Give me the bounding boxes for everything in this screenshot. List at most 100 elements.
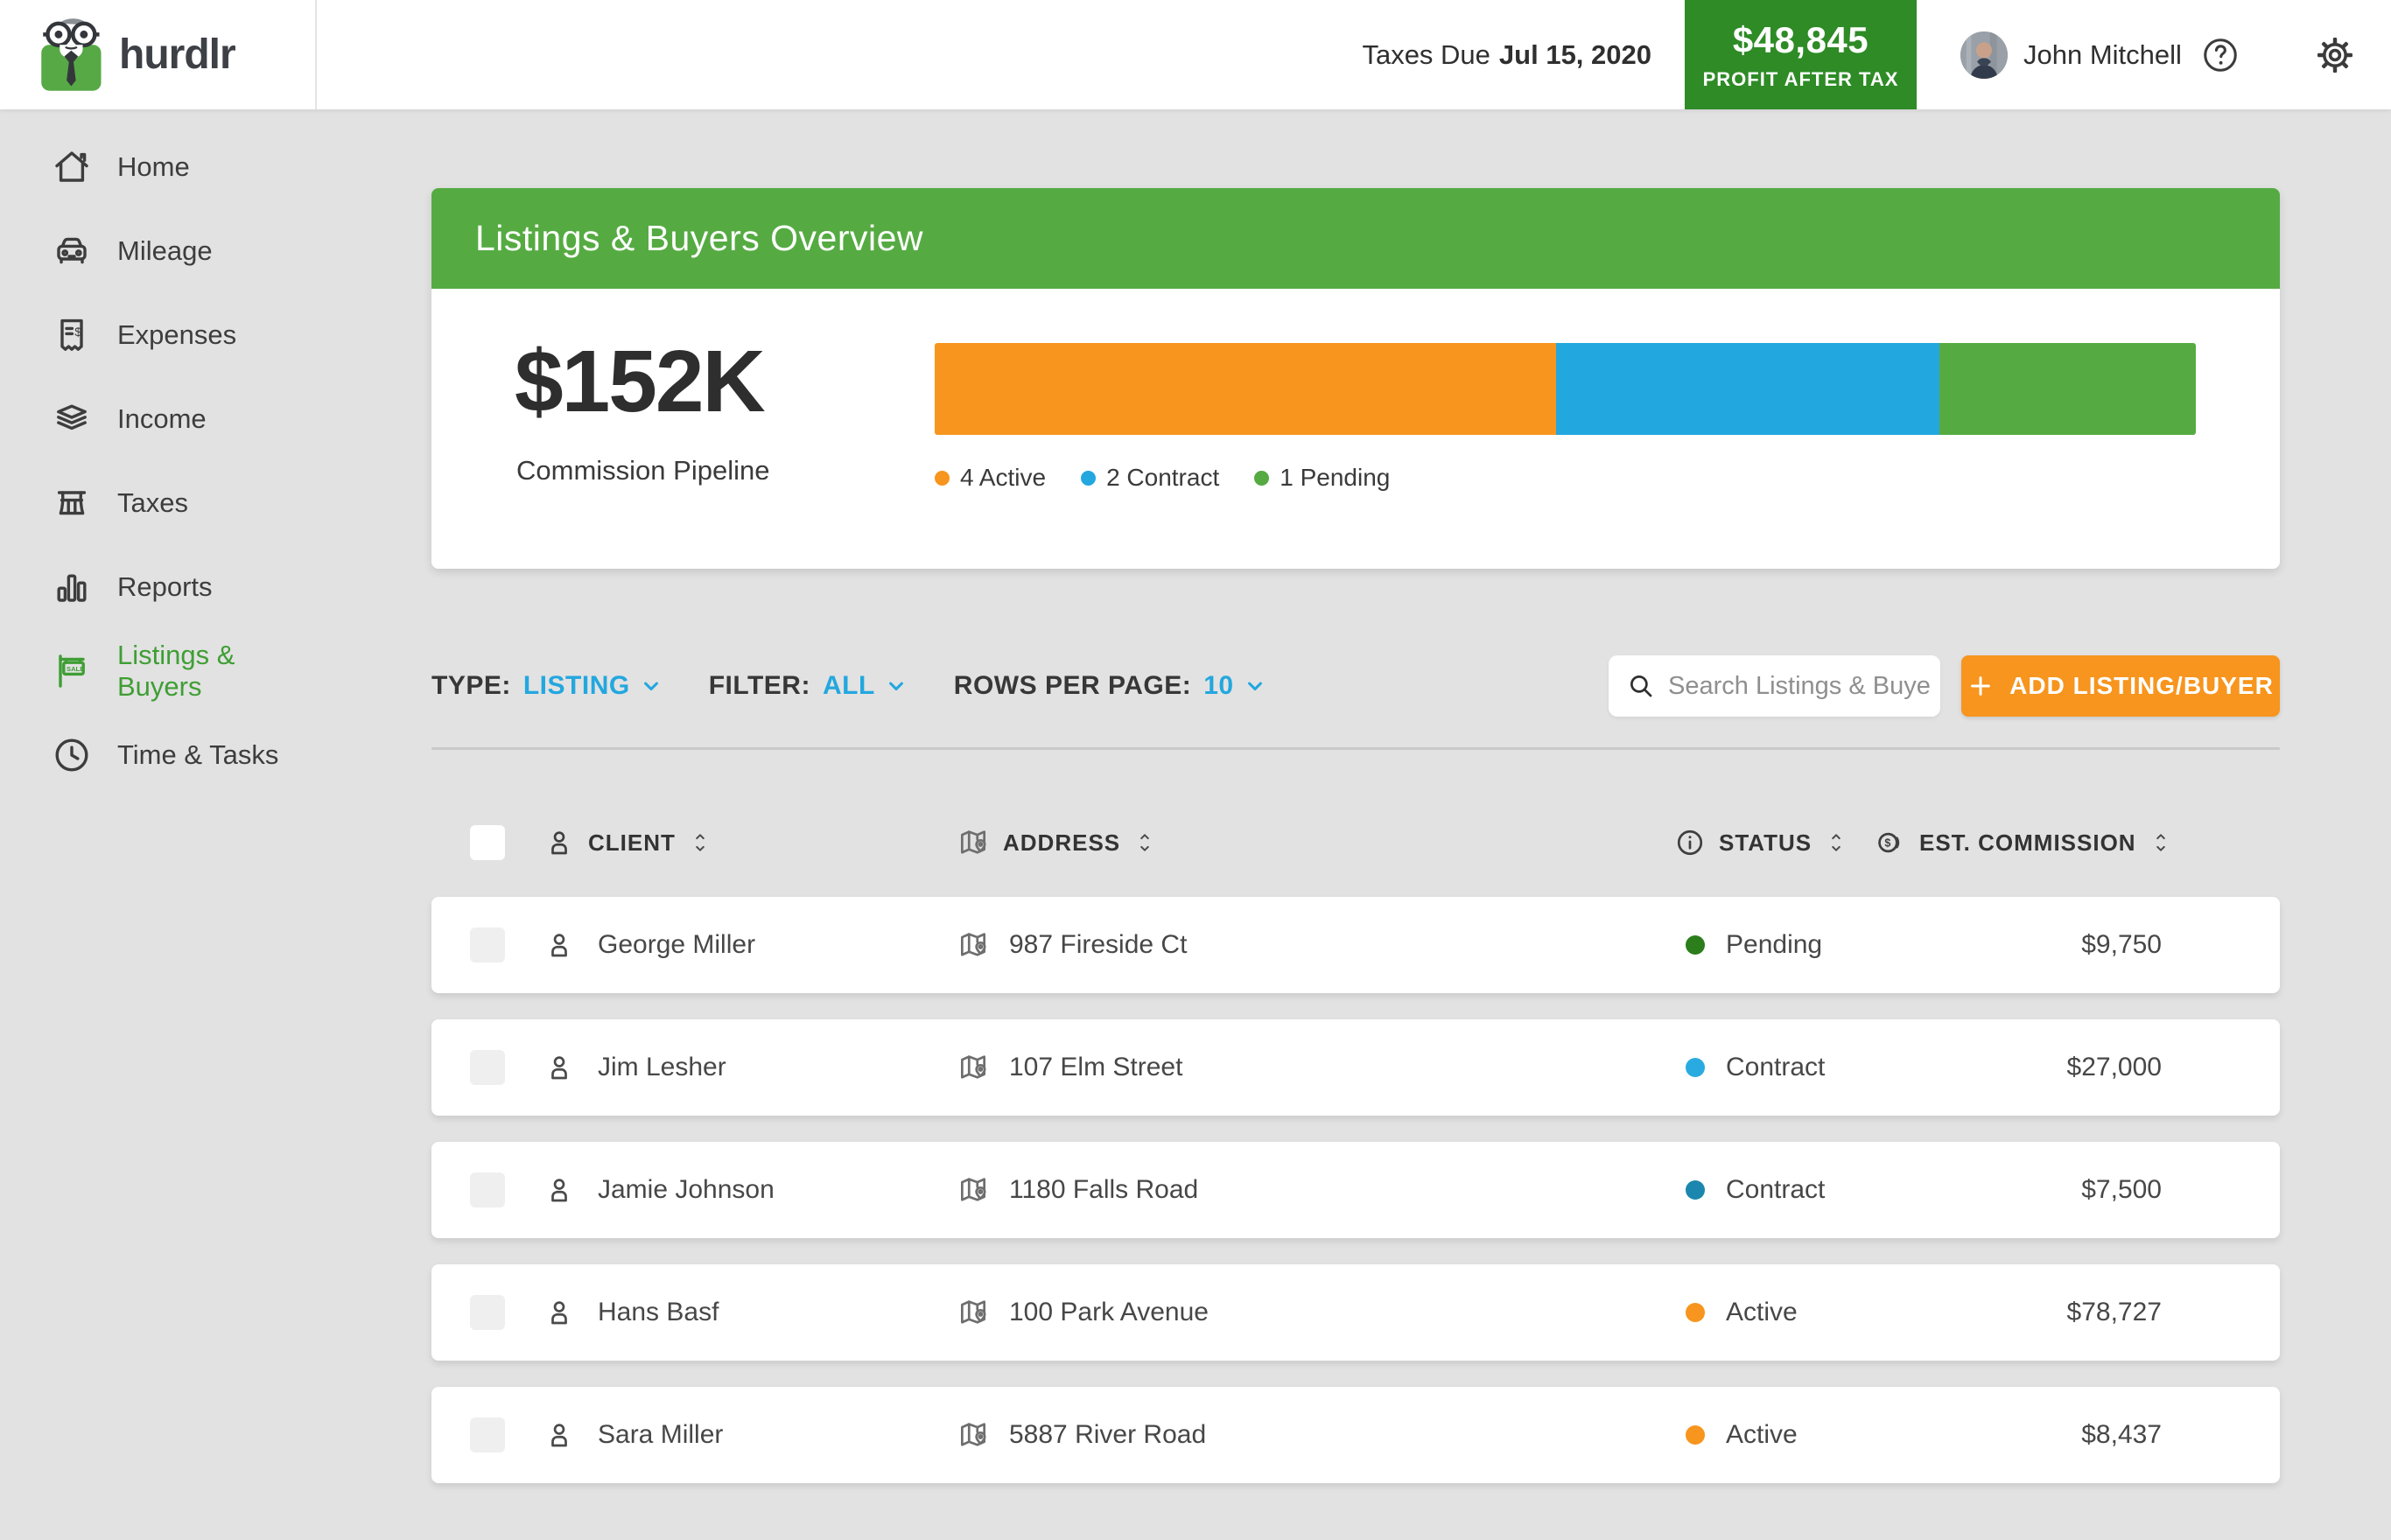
sidebar-item-expenses[interactable]: $ Expenses	[0, 293, 317, 377]
legend-label: 2 Contract	[1106, 464, 1219, 492]
hurdlr-logo-icon	[37, 15, 110, 95]
legend-item-pending: 1 Pending	[1254, 464, 1390, 492]
column-header-label: EST. COMMISSION	[1919, 830, 2136, 857]
settings-button[interactable]	[2314, 0, 2356, 109]
add-listing-buyer-label: ADD LISTING/BUYER	[2009, 672, 2274, 700]
status-dot	[1686, 1303, 1705, 1322]
table-row[interactable]: Sara Miller 5887 River Road Active $8,43…	[431, 1387, 2280, 1483]
sidebar-item-label: Expenses	[117, 319, 236, 351]
plus-icon	[1967, 673, 1994, 699]
column-header-client[interactable]: CLIENT	[543, 799, 712, 886]
avatar[interactable]	[1960, 32, 2008, 79]
map-pin-icon	[957, 1418, 990, 1452]
legend-item-active: 4 Active	[935, 464, 1046, 492]
taxes-due: Taxes Due Jul 15, 2020	[1362, 0, 1651, 109]
sidebar-item-label: Time & Tasks	[117, 739, 278, 771]
car-icon	[51, 230, 93, 272]
sidebar-item-home[interactable]: Home	[0, 125, 317, 209]
overview-title: Listings & Buyers Overview	[475, 218, 923, 259]
est-commission: $9,750	[2081, 897, 2162, 993]
client-name: Jamie Johnson	[598, 1175, 775, 1205]
legend-label: 1 Pending	[1280, 464, 1390, 492]
table-row[interactable]: Jim Lesher 107 Elm Street Contract $27,0…	[431, 1019, 2280, 1116]
table-row[interactable]: George Miller 987 Fireside Ct Pending $9…	[431, 897, 2280, 993]
row-checkbox[interactable]	[470, 1050, 505, 1085]
sidebar-item-time-tasks[interactable]: Time & Tasks	[0, 713, 317, 797]
chevron-down-icon	[639, 674, 663, 698]
person-icon	[543, 1174, 575, 1206]
est-commission: $8,437	[2081, 1387, 2162, 1483]
overview-card-body: $152K Commission Pipeline 4 Active 2 Con…	[431, 289, 2280, 569]
filter-filter[interactable]: FILTER: ALL	[709, 671, 908, 701]
type-filter-value: LISTING	[523, 671, 630, 701]
overview-card: Listings & Buyers Overview $152K Commiss…	[431, 188, 2280, 569]
top-hat-icon	[51, 482, 93, 524]
pipeline-total: $152K	[515, 338, 764, 425]
sidebar-item-taxes[interactable]: Taxes	[0, 461, 317, 545]
filter-row: TYPE: LISTING FILTER: ALL ROWS PER PAGE:…	[431, 655, 2280, 717]
row-checkbox[interactable]	[470, 1172, 505, 1208]
table-header: CLIENT ADDRESS	[431, 799, 2280, 886]
type-filter[interactable]: TYPE: LISTING	[431, 671, 663, 701]
svg-text:$: $	[1884, 837, 1890, 850]
row-checkbox[interactable]	[470, 1418, 505, 1452]
sidebar-item-label: Reports	[117, 571, 213, 603]
pipeline-label: Commission Pipeline	[516, 455, 769, 486]
filter-filter-value: ALL	[823, 671, 875, 701]
map-pin-icon	[957, 928, 990, 962]
legend-dot-contract	[1081, 471, 1096, 486]
gear-icon	[2314, 34, 2356, 76]
column-header-label: STATUS	[1719, 830, 1812, 857]
column-header-address[interactable]: ADDRESS	[957, 799, 1156, 886]
sort-icon	[2149, 829, 2172, 857]
bar-segment-active[interactable]	[935, 343, 1556, 435]
address: 107 Elm Street	[1009, 1053, 1182, 1082]
search-input[interactable]	[1668, 672, 1931, 701]
bar-segment-contract[interactable]	[1556, 343, 1939, 435]
profit-after-tax-widget[interactable]: $48,845 PROFIT AFTER TAX	[1685, 0, 1917, 109]
sidebar-item-label: Listings & Buyers	[117, 640, 317, 703]
client-name: Jim Lesher	[598, 1053, 726, 1082]
status-label: Contract	[1726, 1053, 1825, 1082]
row-checkbox[interactable]	[470, 1295, 505, 1330]
legend-dot-pending	[1254, 471, 1269, 486]
commission-pipeline-bar	[935, 343, 2196, 435]
sidebar-item-label: Mileage	[117, 235, 213, 267]
divider	[431, 747, 2280, 750]
column-header-label: CLIENT	[588, 830, 676, 857]
est-commission: $27,000	[2067, 1019, 2162, 1116]
receipt-icon: $	[51, 314, 93, 356]
info-icon	[1674, 827, 1706, 858]
user-name[interactable]: John Mitchell	[2023, 0, 2182, 109]
est-commission: $78,727	[2067, 1264, 2162, 1361]
rows-per-page-filter[interactable]: ROWS PER PAGE: 10	[954, 671, 1267, 701]
sidebar-item-listings-buyers[interactable]: SALE Listings & Buyers	[0, 629, 317, 713]
table-row[interactable]: Jamie Johnson 1180 Falls Road Contract $…	[431, 1142, 2280, 1238]
logo[interactable]: hurdlr	[0, 0, 317, 109]
search-icon	[1626, 671, 1656, 701]
listings-table: George Miller 987 Fireside Ct Pending $9…	[431, 897, 2280, 1483]
svg-text:SALE: SALE	[67, 665, 84, 673]
sidebar-item-reports[interactable]: Reports	[0, 545, 317, 629]
chevron-down-icon	[1243, 674, 1267, 698]
overview-card-header: Listings & Buyers Overview	[431, 188, 2280, 289]
status-label: Active	[1726, 1420, 1798, 1450]
select-all-checkbox[interactable]	[470, 825, 505, 860]
sidebar-item-income[interactable]: Income	[0, 377, 317, 461]
column-header-commission[interactable]: $ EST. COMMISSION	[1875, 799, 2172, 886]
map-pin-icon	[957, 1173, 990, 1207]
home-icon	[51, 146, 93, 188]
search-box	[1609, 655, 1940, 717]
bar-segment-pending[interactable]	[1939, 343, 2196, 435]
column-header-status[interactable]: STATUS	[1674, 799, 1848, 886]
sort-icon	[689, 829, 712, 857]
help-button[interactable]	[2200, 0, 2240, 109]
row-checkbox[interactable]	[470, 928, 505, 962]
add-listing-buyer-button[interactable]: ADD LISTING/BUYER	[1961, 655, 2280, 717]
sidebar-item-mileage[interactable]: Mileage	[0, 209, 317, 293]
person-icon	[543, 1419, 575, 1451]
brand-name: hurdlr	[119, 31, 235, 79]
sidebar-item-label: Home	[117, 151, 190, 183]
map-pin-icon	[957, 1051, 990, 1084]
table-row[interactable]: Hans Basf 100 Park Avenue Active $78,727	[431, 1264, 2280, 1361]
